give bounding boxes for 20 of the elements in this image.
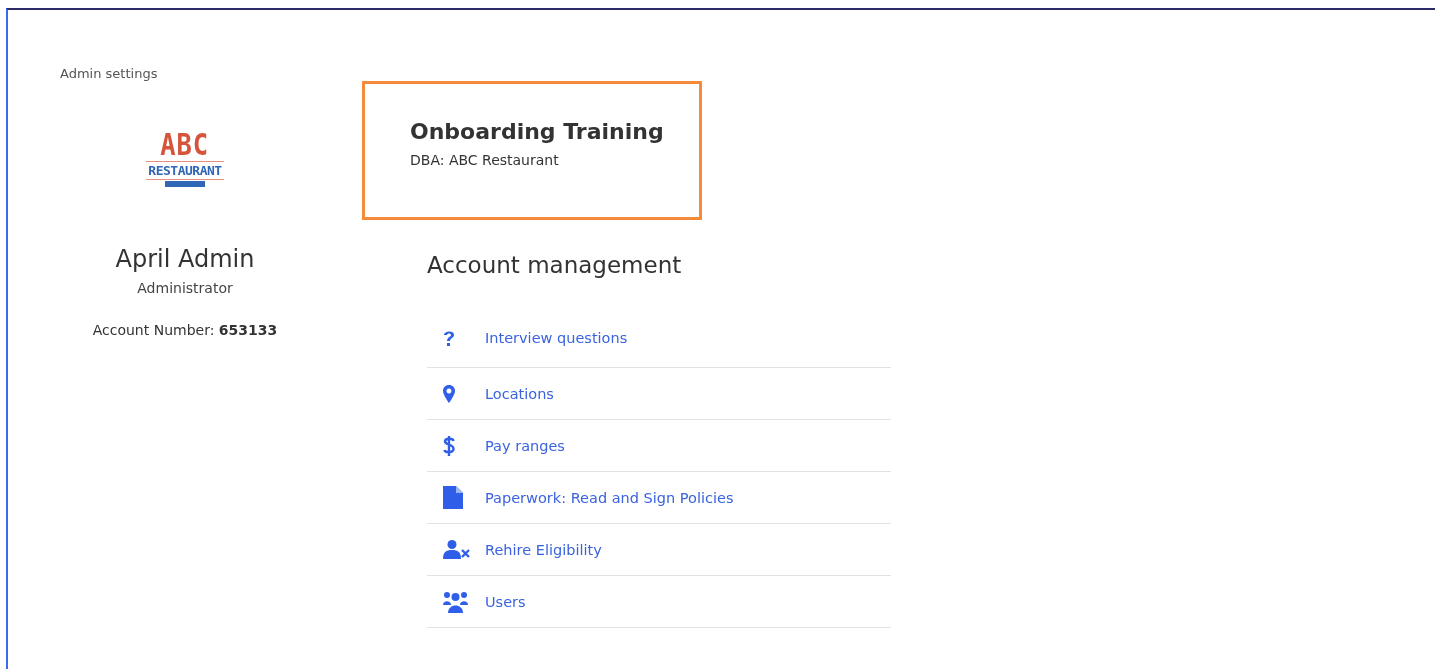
settings-link[interactable]: Rehire Eligibility [485,541,602,558]
account-number: Account Number: 653133 [92,322,278,338]
settings-link[interactable]: Users [485,593,526,610]
document-icon [443,486,463,509]
settings-link[interactable]: Interview questions [485,330,628,346]
company-dba: DBA: ABC Restaurant [410,152,560,168]
user-remove-icon [443,540,470,559]
settings-link[interactable]: Pay ranges [485,437,565,454]
company-title: Onboarding Training [410,119,665,144]
settings-link[interactable]: Locations [485,385,554,402]
map-pin-icon [443,384,455,403]
user-name: April Admin [115,245,255,273]
section-title: Account management [427,252,683,278]
restaurant-logo: ABC RESTAURANT [131,129,239,187]
user-role: Administrator [137,280,233,296]
dollar-icon [443,434,455,457]
page-breadcrumb: Admin settings [60,66,158,81]
settings-link[interactable]: Paperwork: Read and Sign Policies [485,489,734,506]
users-icon [443,590,468,613]
question-icon [443,330,455,347]
